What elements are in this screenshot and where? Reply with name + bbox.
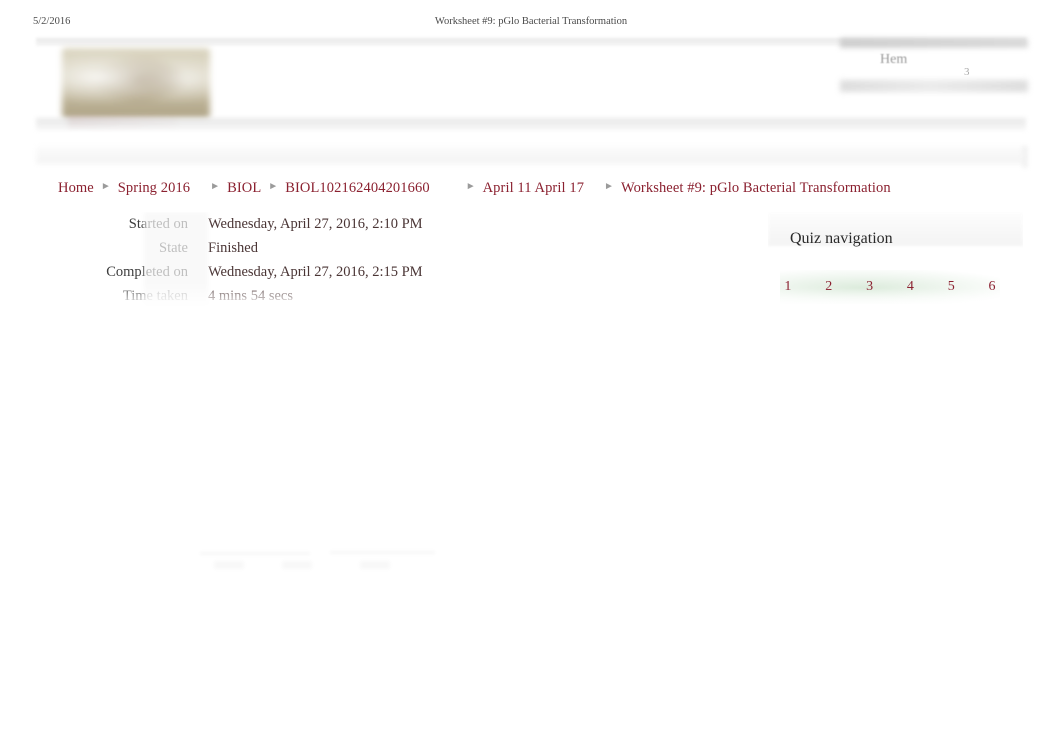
breadcrumb-item-home[interactable]: Home <box>58 180 94 197</box>
user-menu-area[interactable]: Hem 3 <box>836 38 1028 100</box>
breadcrumb-separator-icon: ► <box>604 181 614 192</box>
breadcrumb-item-biol[interactable]: BIOL <box>227 180 261 197</box>
attempt-summary-table: Started on Wednesday, April 27, 2016, 2:… <box>58 212 423 316</box>
ghost-artifact <box>214 561 244 569</box>
breadcrumb-item-current-quiz: Worksheet #9: pGlo Bacterial Transformat… <box>620 179 891 196</box>
header-bottom-band <box>36 118 1026 130</box>
site-logo[interactable] <box>62 48 210 118</box>
attempt-row-value <box>206 308 423 316</box>
breadcrumb-separator-icon: ► <box>268 181 279 192</box>
print-header-title: Worksheet #9: pGlo Bacterial Transformat… <box>434 16 628 27</box>
attempt-row-value: Finished <box>208 240 258 256</box>
quiz-navigation-title: Quiz navigation <box>790 230 893 247</box>
quiz-nav-question-1[interactable]: 1 <box>780 275 796 299</box>
breadcrumb-item-course-id[interactable]: BIOL102162404201660 <box>285 180 429 197</box>
notification-count-badge[interactable]: 3 <box>964 66 970 78</box>
attempt-row-value: 4 mins 54 secs <box>208 288 293 304</box>
attempt-summary-label-column-shade <box>144 212 208 316</box>
quiz-navigation-panel: Quiz navigation 1 2 3 4 5 6 <box>768 212 1023 316</box>
breadcrumb-separator-icon: ► <box>210 181 221 192</box>
breadcrumb: Home ► Spring 2016 ► BIOL ► BIOL10216240… <box>58 179 891 197</box>
breadcrumb-item-spring-2016[interactable]: Spring 2016 <box>118 180 190 197</box>
table-row: State Finished <box>58 236 423 260</box>
breadcrumb-separator-icon: ► <box>465 181 476 192</box>
table-row: Started on Wednesday, April 27, 2016, 2:… <box>58 212 423 236</box>
ghost-artifact <box>360 561 390 569</box>
quiz-nav-question-2[interactable]: 2 <box>821 275 837 299</box>
quiz-nav-question-6[interactable]: 6 <box>984 275 1000 299</box>
table-row: Time taken 4 mins 54 secs <box>58 284 423 308</box>
attempt-summary-panel: Started on Wednesday, April 27, 2016, 2:… <box>58 212 758 316</box>
table-row: Grade <box>58 308 423 316</box>
user-menu-bottom-bar <box>840 80 1028 92</box>
breadcrumb-item-week[interactable]: April 11 April 17 <box>483 180 584 197</box>
ghost-artifact <box>200 552 310 555</box>
quiz-nav-question-3[interactable]: 3 <box>862 275 878 299</box>
ghost-artifact <box>330 551 435 554</box>
attempt-row-value: Wednesday, April 27, 2016, 2:10 PM <box>208 216 423 232</box>
table-row: Completed on Wednesday, April 27, 2016, … <box>58 260 423 284</box>
navbar-right-edge <box>1022 146 1028 168</box>
user-menu-top-bar <box>840 38 1028 48</box>
attempt-row-value: Wednesday, April 27, 2016, 2:15 PM <box>208 264 423 280</box>
breadcrumb-separator-icon: ► <box>100 181 111 192</box>
print-preview-header: 5/2/2016 Worksheet #9: pGlo Bacterial Tr… <box>0 16 1062 32</box>
ghost-artifact <box>282 561 312 569</box>
site-navbar-strip <box>36 146 1026 164</box>
user-menu-label[interactable]: Hem <box>880 52 907 68</box>
quiz-nav-question-4[interactable]: 4 <box>902 275 918 299</box>
quiz-nav-question-5[interactable]: 5 <box>943 275 959 299</box>
quiz-navigation-question-grid: 1 2 3 4 5 6 <box>780 270 1000 304</box>
attempt-row-label: Grade <box>58 308 206 316</box>
